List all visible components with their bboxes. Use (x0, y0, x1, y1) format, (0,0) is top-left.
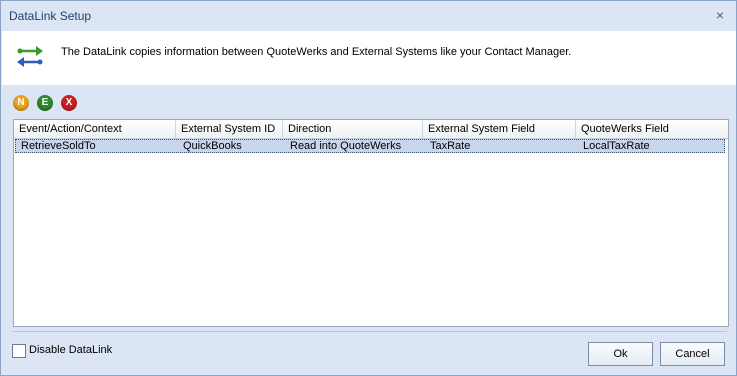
new-button[interactable]: N (13, 95, 29, 111)
info-header: The DataLink copies information between … (2, 31, 736, 85)
datalink-grid[interactable]: Event/Action/Context External System ID … (13, 119, 729, 327)
datalink-setup-dialog: DataLink Setup × The DataLink copies inf… (0, 0, 737, 376)
grid-header: Event/Action/Context External System ID … (14, 120, 728, 139)
datalink-arrows-icon (17, 46, 43, 67)
header-description: The DataLink copies information between … (61, 46, 572, 58)
window-title: DataLink Setup (9, 9, 92, 23)
column-header-external-system-field[interactable]: External System Field (423, 120, 576, 138)
cell-quotewerks-field: LocalTaxRate (583, 140, 650, 152)
edit-button[interactable]: E (37, 95, 53, 111)
title-bar: DataLink Setup × (1, 1, 736, 31)
table-row[interactable]: RetrieveSoldTo QuickBooks Read into Quot… (15, 139, 725, 153)
close-icon[interactable]: × (710, 5, 730, 25)
delete-button[interactable]: X (61, 95, 77, 111)
cell-external-system-id: QuickBooks (183, 140, 242, 152)
cell-direction: Read into QuoteWerks (290, 140, 402, 152)
cell-external-system-field: TaxRate (430, 140, 471, 152)
disable-datalink-label[interactable]: Disable DataLink (29, 344, 112, 356)
column-header-external-system-id[interactable]: External System ID (176, 120, 283, 138)
ok-button[interactable]: Ok (588, 342, 653, 366)
cancel-button[interactable]: Cancel (660, 342, 725, 366)
column-header-event[interactable]: Event/Action/Context (14, 120, 176, 138)
column-header-direction[interactable]: Direction (283, 120, 423, 138)
cell-event: RetrieveSoldTo (21, 140, 96, 152)
disable-datalink-checkbox[interactable] (12, 344, 26, 358)
column-header-quotewerks-field[interactable]: QuoteWerks Field (576, 120, 728, 138)
divider (13, 331, 727, 332)
